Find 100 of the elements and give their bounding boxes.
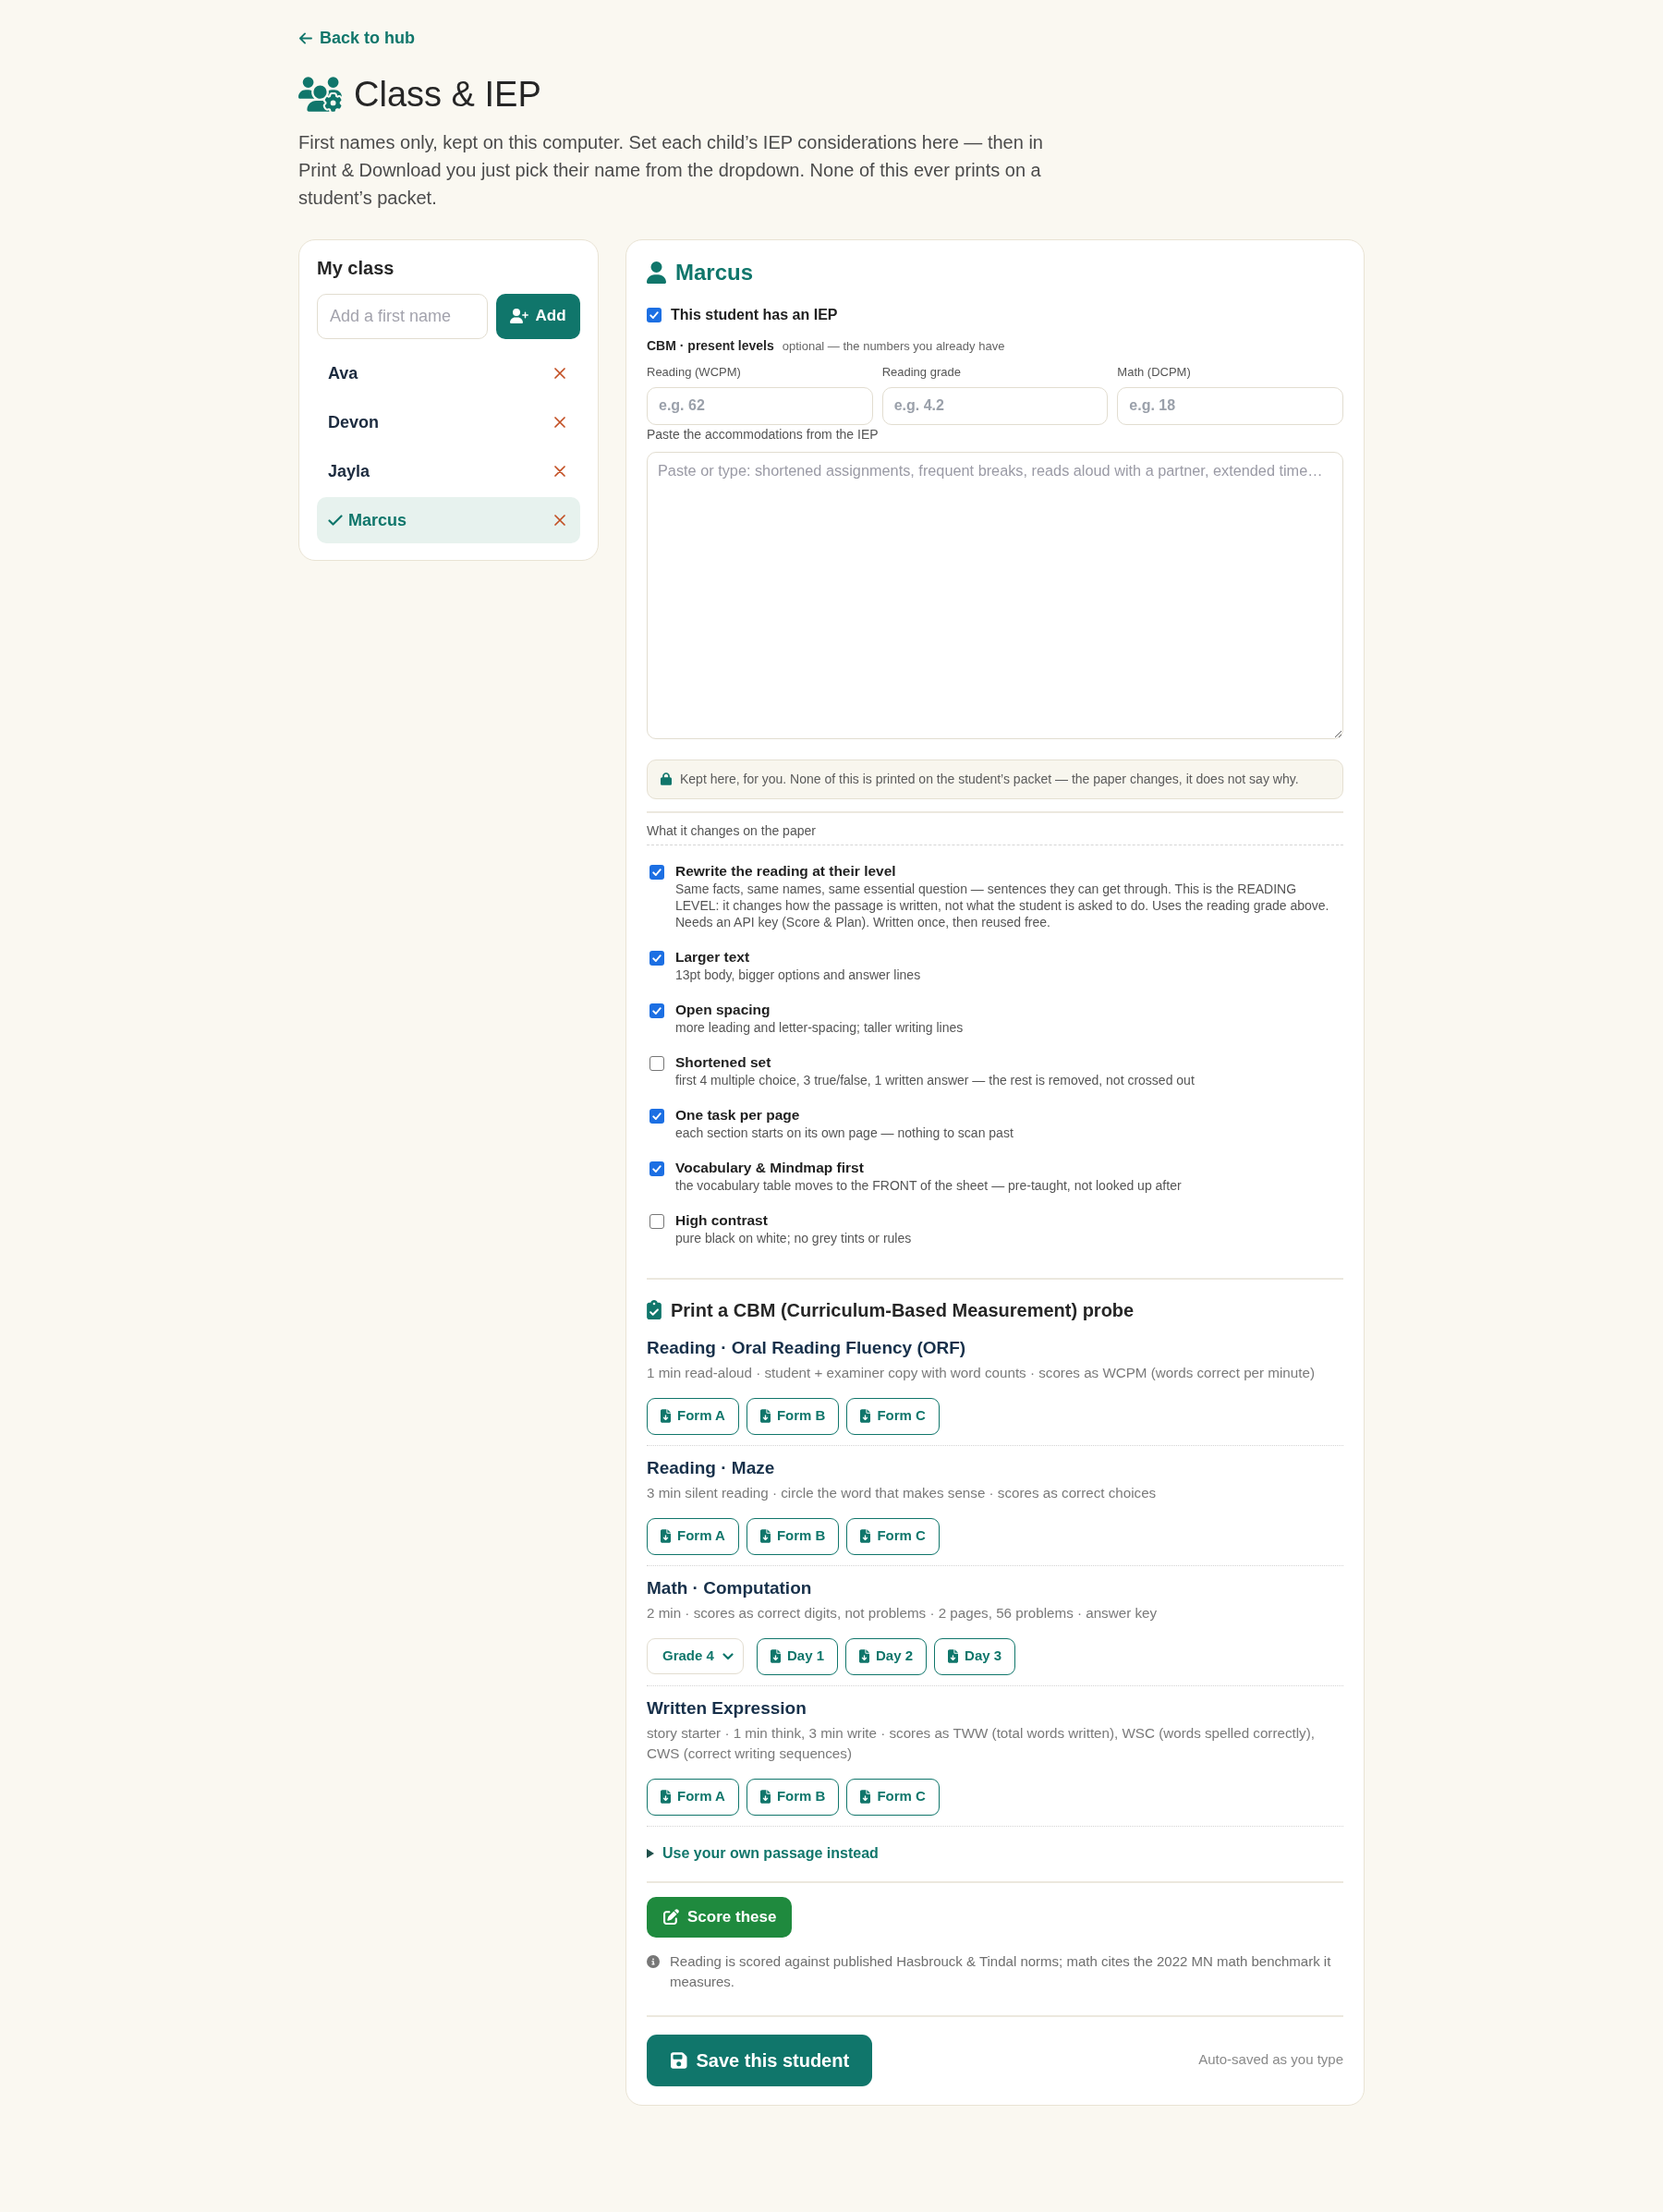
student-list-item[interactable]: Marcus — [317, 496, 580, 543]
option-title: Open spacing — [675, 1000, 771, 1019]
option-title: Shortened set — [675, 1052, 772, 1072]
notice-text: Kept here, for you. None of this is printed on the student’s packet — the paper changes, it does not say why. — [680, 771, 1299, 787]
check-icon — [651, 1004, 662, 1016]
person-icon — [647, 261, 666, 284]
download-button[interactable]: Form B — [746, 1778, 840, 1816]
file-arrow-down-icon — [759, 1529, 771, 1543]
option-description: more leading and letter-spacing; taller writing lines — [675, 1018, 965, 1036]
download-button[interactable]: Form C — [846, 1517, 940, 1555]
field-label: Math (DCPM) — [1117, 364, 1192, 380]
download-button[interactable]: Form B — [746, 1517, 840, 1555]
arrow-left-icon — [298, 31, 312, 44]
score-button[interactable]: Score these — [647, 1896, 793, 1938]
accommodations-textarea[interactable]: Paste or type: shortened assignments, frequent breaks, reads aloud with a partner, extended time… — [647, 451, 1343, 739]
student-list-item[interactable]: Devon — [317, 398, 580, 445]
check-icon — [651, 952, 662, 964]
file-arrow-down-icon — [771, 1649, 781, 1663]
option-checkbox[interactable] — [649, 1055, 664, 1071]
file-arrow-down-icon — [759, 1790, 771, 1804]
file-arrow-down-icon — [948, 1649, 959, 1663]
check-icon — [328, 514, 343, 526]
student-list-item[interactable]: Jayla — [317, 447, 580, 494]
probe-description: 2 min · scores as correct digits, not problems · 2 pages, 56 problems · answer key — [647, 1603, 1159, 1623]
check-icon — [649, 309, 660, 321]
chevron-down-icon — [722, 1652, 734, 1660]
file-arrow-down-icon — [661, 1409, 671, 1423]
option-description: first 4 multiple choice, 3 true/false, 1 written answer — the rest is removed, not crossed out — [675, 1071, 1196, 1088]
option-checkbox[interactable] — [649, 950, 664, 966]
download-button[interactable]: Form A — [647, 1397, 739, 1435]
option-checkbox[interactable] — [649, 1003, 664, 1018]
file-arrow-down-icon — [759, 1409, 771, 1423]
iep-checkbox[interactable] — [647, 307, 662, 322]
file-arrow-down-icon — [661, 1529, 671, 1543]
download-button[interactable]: Form C — [846, 1778, 940, 1816]
option-checkbox[interactable] — [649, 864, 664, 880]
name-input[interactable]: Add a first name — [317, 293, 488, 339]
panel-title: My class — [317, 256, 395, 279]
info-note: Reading is scored against published Hasbrouck & Tindal norms; math cites the 2022 MN math benchmark it measures. — [670, 1951, 1332, 1991]
number-input[interactable]: e.g. 4.2 — [881, 386, 1109, 425]
probe-title: Math · Computation — [647, 1576, 813, 1599]
option-title: Vocabulary & Mindmap first — [675, 1158, 865, 1177]
file-arrow-down-icon — [661, 1790, 671, 1804]
clipboard-check-icon — [647, 1300, 662, 1319]
back-link[interactable]: Back to hub — [298, 28, 415, 48]
probe-title: Written Expression — [647, 1696, 807, 1720]
download-button[interactable]: Day 1 — [757, 1637, 839, 1675]
present-levels-note: optional — the numbers you already have — [782, 337, 1005, 355]
autosave-note: Auto-saved as you type — [1198, 2050, 1343, 2070]
option-description: each section starts on its own page — nothing to scan past — [675, 1124, 1014, 1141]
option-title: Larger text — [675, 947, 751, 966]
x-icon — [554, 514, 565, 526]
option-checkbox[interactable] — [649, 1213, 664, 1229]
option-description: Same facts, same names, same essential question — sentences they can get through. This is the READING LEVEL: it changes how the passage is written, not what the student is asked to do. Uses the reading grade above. Needs an API key (Score & Plan). Written once, then reused free. — [675, 880, 1330, 930]
student-list-item[interactable]: Ava — [317, 349, 580, 396]
download-button[interactable]: Form A — [647, 1778, 739, 1816]
number-input[interactable]: e.g. 62 — [647, 386, 873, 425]
file-arrow-down-icon — [859, 1649, 870, 1663]
add-button[interactable]: Add — [496, 293, 580, 339]
intro-text: First names only, kept on this computer. Set each child’s IEP considerations here — then in Print & Download you just pick their name from the dropdown. None of this ever prints on a student’s packet. — [298, 130, 1044, 210]
probe-title: Reading · Maze — [647, 1456, 776, 1479]
download-button[interactable]: Day 3 — [934, 1637, 1016, 1675]
download-button[interactable]: Form C — [846, 1397, 940, 1435]
download-button[interactable]: Day 2 — [845, 1637, 928, 1675]
field-label: Reading grade — [881, 364, 962, 380]
option-description: pure black on white; no grey tints or rules — [675, 1229, 913, 1246]
x-icon — [554, 465, 565, 477]
option-title: Rewrite the reading at their level — [675, 861, 897, 881]
option-title: High contrast — [675, 1210, 769, 1230]
iep-checkbox-label: This student has an IEP — [671, 305, 838, 324]
present-levels-title: CBM · present levels — [647, 336, 774, 354]
lock-icon — [661, 772, 672, 785]
probe-title: Reading · Oral Reading Fluency (ORF) — [647, 1336, 967, 1359]
option-checkbox[interactable] — [649, 1161, 664, 1176]
check-icon — [651, 1110, 662, 1122]
probe-description: 1 min read-aloud · student + examiner copy with word counts · scores as WCPM (words correct per minute) — [647, 1363, 1316, 1382]
option-description: the vocabulary table moves to the FRONT of the sheet — pre-taught, not looked up after — [675, 1176, 1183, 1194]
download-button[interactable]: Form B — [746, 1397, 840, 1435]
grade-select[interactable]: Grade 4 — [647, 1638, 744, 1674]
download-button[interactable]: Form A — [647, 1517, 739, 1555]
section-label: What it changes on the paper — [647, 822, 817, 838]
disclosure-toggle[interactable]: Use your own passage instead — [647, 1843, 879, 1863]
users-gear-icon — [298, 76, 342, 112]
check-icon — [651, 866, 662, 878]
probe-description: story starter · 1 min think, 3 min write · scores as TWW (total words written), WSC (words spelled correctly), CWS (correct writing sequences) — [647, 1723, 1316, 1763]
x-icon — [554, 416, 565, 428]
save-button[interactable]: Save this student — [647, 2034, 873, 2086]
probes-title: Print a CBM (Curriculum-Based Measurement) probe — [671, 1298, 1135, 1321]
number-input[interactable]: e.g. 18 — [1117, 386, 1343, 425]
field-label: Reading (WCPM) — [647, 364, 742, 380]
option-title: One task per page — [675, 1105, 801, 1124]
file-arrow-down-icon — [860, 1790, 871, 1804]
student-name: Marcus — [675, 258, 754, 286]
page-title: Class & IEP — [354, 73, 541, 115]
file-arrow-down-icon — [860, 1529, 871, 1543]
info-icon — [647, 1954, 660, 1968]
accommodations-label: Paste the accommodations from the IEP — [647, 426, 880, 442]
option-checkbox[interactable] — [649, 1108, 664, 1124]
probe-description: 3 min silent reading · circle the word that makes sense · scores as correct choices — [647, 1483, 1158, 1502]
option-description: 13pt body, bigger options and answer lines — [675, 966, 922, 983]
